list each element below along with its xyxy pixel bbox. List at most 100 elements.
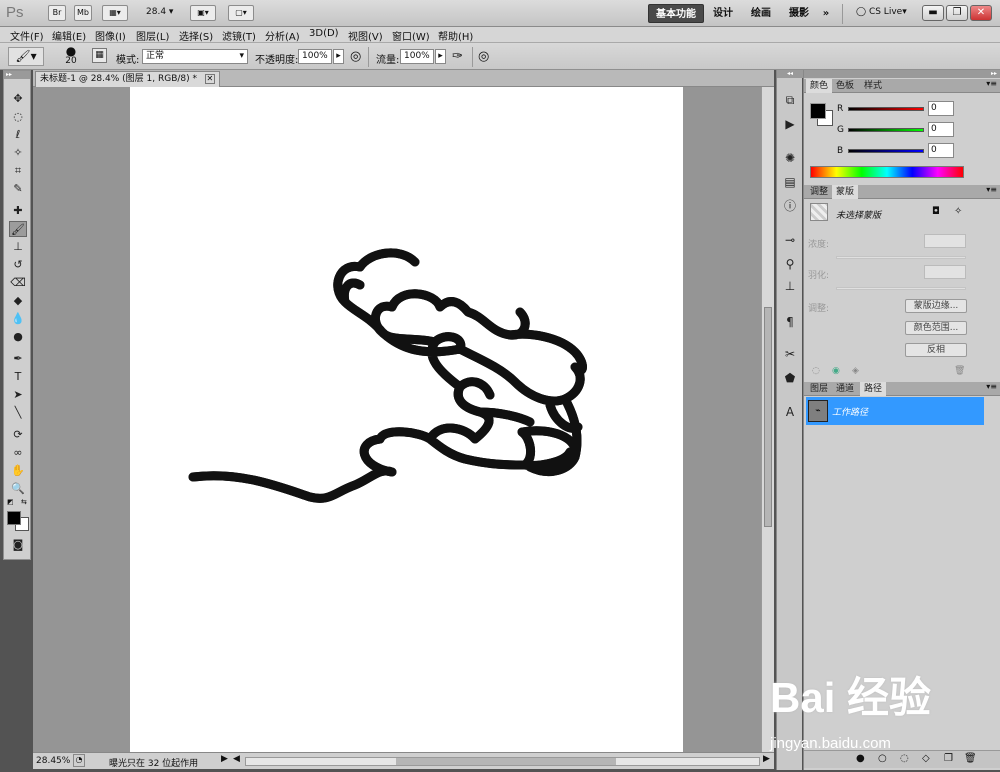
brush-preset-picker[interactable]: ● 20	[54, 45, 88, 68]
panel-collapse-icon[interactable]: ▸▸	[804, 70, 1000, 78]
more-workspaces-button[interactable]: »	[818, 4, 834, 23]
healing-brush-tool-icon[interactable]: ✚	[9, 203, 27, 219]
clone-source-panel-icon[interactable]: ⚲	[782, 256, 798, 272]
menu-file[interactable]: 文件(F)	[10, 28, 44, 43]
close-document-icon[interactable]: ✕	[204, 74, 215, 84]
new-path-icon[interactable]: ❐	[944, 753, 953, 764]
path-selection-tool-icon[interactable]: ➤	[9, 387, 27, 403]
menu-select[interactable]: 选择(S)	[179, 28, 213, 43]
green-slider[interactable]	[848, 128, 924, 132]
blur-tool-icon[interactable]: 💧	[9, 311, 27, 327]
hand-tool-icon[interactable]: ✋	[9, 463, 27, 479]
line-tool-icon[interactable]: ╲	[9, 405, 27, 421]
crop-tool-icon[interactable]: ⌗	[9, 163, 27, 179]
feather-slider[interactable]	[836, 287, 966, 290]
tab-color[interactable]: 颜色	[806, 79, 833, 93]
zoom-options-icon[interactable]: ◔	[73, 754, 85, 767]
styles-panel-icon[interactable]: ⬟	[782, 370, 798, 386]
pen-tool-icon[interactable]: ✒	[9, 351, 27, 367]
clone-stamp-tool-icon[interactable]: ⊥	[9, 239, 27, 255]
panel-menu-icon[interactable]: ▾≡	[986, 185, 997, 194]
mask-edge-button[interactable]: 蒙版边缘...	[905, 299, 967, 313]
color-spectrum-bar[interactable]	[810, 166, 964, 178]
load-path-as-selection-icon[interactable]: ◌	[900, 753, 909, 764]
pressure-opacity-icon[interactable]: ◎	[350, 49, 361, 64]
navigator-panel-icon[interactable]: ▤	[782, 174, 798, 190]
minimize-button[interactable]: ▬	[922, 5, 944, 21]
history-panel-icon[interactable]: ⧉	[782, 92, 798, 108]
vector-mask-icon[interactable]: ✧	[954, 206, 962, 217]
blue-slider[interactable]	[848, 149, 924, 153]
tab-swatches[interactable]: 色板	[832, 79, 858, 93]
workspace-painting-button[interactable]: 绘画	[746, 4, 776, 23]
scroll-right-icon[interactable]: ▶	[763, 754, 770, 764]
flow-input[interactable]: 100%	[400, 49, 434, 64]
invert-button[interactable]: 反相	[905, 343, 967, 357]
document-tab[interactable]: 未标题-1 @ 28.4% (图层 1, RGB/8) * ✕	[35, 71, 220, 87]
blue-value-input[interactable]: 0	[928, 143, 954, 158]
make-work-path-icon[interactable]: ◇	[922, 753, 930, 764]
load-selection-icon[interactable]: ◌	[812, 366, 820, 376]
menu-layer[interactable]: 图层(L)	[136, 28, 169, 43]
workspace-design-button[interactable]: 设计	[708, 4, 738, 23]
zoom-level-dropdown[interactable]: 28.4 ▾	[146, 7, 173, 17]
disable-mask-icon[interactable]: ◈	[852, 366, 859, 376]
delete-mask-icon[interactable]: 🗑	[954, 366, 965, 376]
arrange-documents-button[interactable]: ▣▾	[190, 5, 216, 21]
vertical-scrollbar[interactable]	[761, 87, 774, 752]
info-panel-icon[interactable]: ⓘ	[782, 198, 798, 214]
move-tool-icon[interactable]: ✥	[9, 91, 27, 107]
opacity-input[interactable]: 100%	[298, 49, 332, 64]
paint-bucket-tool-icon[interactable]: ◆	[9, 293, 27, 309]
3d-rotate-tool-icon[interactable]: ⟳	[9, 427, 27, 443]
pressure-size-icon[interactable]: ◎	[478, 49, 489, 64]
apply-mask-icon[interactable]: ◉	[832, 366, 840, 376]
tool-presets-panel-icon[interactable]: ⊥	[782, 278, 798, 294]
delete-path-icon[interactable]: 🗑	[964, 753, 977, 764]
menu-window[interactable]: 窗口(W)	[392, 28, 430, 43]
eraser-tool-icon[interactable]: ⌫	[9, 275, 27, 291]
history-brush-tool-icon[interactable]: ↺	[9, 257, 27, 273]
scrollbar-thumb[interactable]	[396, 758, 616, 765]
red-value-input[interactable]: 0	[928, 101, 954, 116]
eyedropper-tool-icon[interactable]: ✎	[9, 181, 27, 197]
tab-layers[interactable]: 图层	[806, 382, 832, 396]
mode-select[interactable]: 正常 ▾	[142, 49, 248, 64]
dock-expand-icon[interactable]: ◂◂	[777, 70, 803, 78]
foreground-color-swatch[interactable]	[810, 103, 826, 119]
paragraph-panel-icon[interactable]: ¶	[782, 314, 798, 330]
menu-analysis[interactable]: 分析(A)	[265, 28, 300, 43]
menu-edit[interactable]: 编辑(E)	[52, 28, 86, 43]
flow-slider-button[interactable]: ▸	[435, 49, 446, 64]
workspace-essentials-button[interactable]: 基本功能	[648, 4, 704, 23]
marquee-tool-icon[interactable]: ◌	[9, 109, 27, 125]
scrollbar-thumb[interactable]	[764, 307, 772, 527]
airbrush-icon[interactable]: ✑	[452, 49, 463, 64]
panel-menu-icon[interactable]: ▾≡	[986, 382, 997, 391]
density-input[interactable]	[924, 234, 966, 248]
menu-view[interactable]: 视图(V)	[348, 28, 383, 43]
lasso-tool-icon[interactable]: ℓ	[9, 127, 27, 143]
tab-styles[interactable]: 样式	[860, 79, 886, 93]
fill-path-icon[interactable]: ●	[856, 753, 865, 764]
swap-colors-icon[interactable]: ⇆	[21, 498, 27, 506]
menu-help[interactable]: 帮助(H)	[438, 28, 473, 43]
green-value-input[interactable]: 0	[928, 122, 954, 137]
restore-button[interactable]: ❐	[946, 5, 968, 21]
path-row-work-path[interactable]: ⌁ 工作路径	[806, 397, 984, 425]
menu-3d[interactable]: 3D(D)	[309, 28, 339, 39]
3d-panel-icon[interactable]: ✺	[782, 150, 798, 166]
type-tool-icon[interactable]: T	[9, 369, 27, 385]
view-extras-button[interactable]: ▦▾	[102, 5, 128, 21]
status-menu-arrow-icon[interactable]: ▶	[221, 754, 228, 764]
close-window-button[interactable]: ✕	[970, 5, 992, 21]
actions-panel-icon[interactable]: ▶	[782, 116, 798, 132]
default-colors-icon[interactable]: ◩	[7, 498, 14, 506]
toolbox-collapse-icon[interactable]: ▸▸	[4, 71, 30, 79]
tab-adjustments[interactable]: 调整	[806, 185, 832, 199]
brush-panel-toggle-icon[interactable]: ▦	[92, 48, 107, 63]
screen-mode-button[interactable]: ▢▾	[228, 5, 254, 21]
tools-panel-icon[interactable]: ✂	[782, 346, 798, 362]
opacity-slider-button[interactable]: ▸	[333, 49, 344, 64]
density-slider[interactable]	[836, 256, 966, 259]
